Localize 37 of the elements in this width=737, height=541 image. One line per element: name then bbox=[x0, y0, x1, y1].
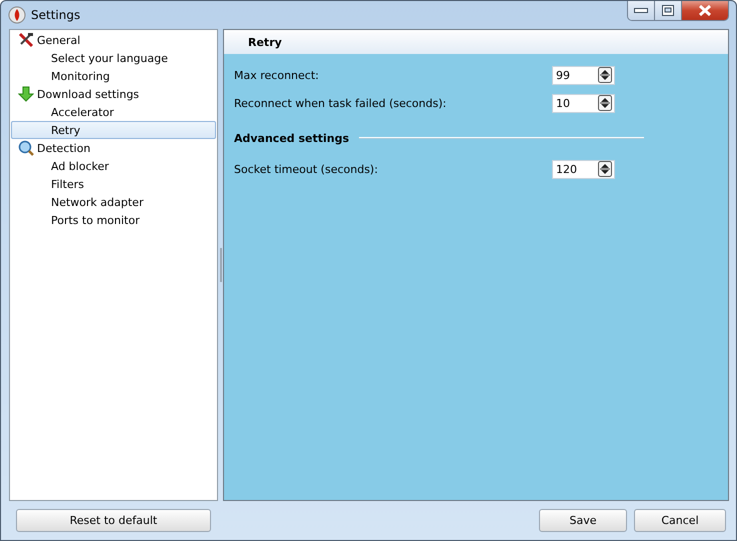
close-button[interactable] bbox=[682, 1, 728, 20]
app-logo-icon bbox=[8, 6, 26, 24]
save-button[interactable]: Save bbox=[539, 509, 627, 532]
panel-title: Retry bbox=[248, 36, 282, 48]
maximize-icon bbox=[662, 5, 674, 16]
minimize-button[interactable] bbox=[628, 1, 655, 20]
maximize-button[interactable] bbox=[655, 1, 682, 20]
reset-button[interactable]: Reset to default bbox=[16, 509, 211, 532]
tree-item[interactable]: Download settings bbox=[11, 85, 216, 103]
tree-item[interactable]: Select your language bbox=[11, 49, 216, 67]
tree-item[interactable]: General bbox=[11, 31, 216, 49]
magnifier-icon bbox=[18, 140, 34, 156]
tree-item[interactable]: Retry bbox=[11, 121, 216, 139]
number-field[interactable]: 10 bbox=[552, 94, 615, 112]
spin-arrows-icon bbox=[598, 67, 612, 83]
cancel-button[interactable]: Cancel bbox=[634, 509, 726, 532]
down-arrow-icon bbox=[18, 86, 34, 102]
window-title: Settings bbox=[31, 8, 82, 22]
tree-item[interactable]: Accelerator bbox=[11, 103, 216, 121]
tree-item[interactable]: Monitoring bbox=[11, 67, 216, 85]
tree-item[interactable]: Ports to monitor bbox=[11, 211, 216, 229]
spin-arrows-icon bbox=[598, 95, 612, 111]
close-icon bbox=[698, 5, 712, 16]
number-field[interactable]: 120 bbox=[552, 160, 615, 178]
splitter-handle[interactable] bbox=[220, 248, 222, 282]
tools-icon bbox=[18, 32, 34, 48]
spin-arrows-icon bbox=[598, 161, 612, 177]
section-heading: Advanced settings bbox=[234, 132, 350, 144]
tree-item[interactable]: Detection bbox=[11, 139, 216, 157]
field-label: Max reconnect: bbox=[234, 68, 320, 82]
field-label: Socket timeout (seconds): bbox=[234, 162, 379, 176]
number-field[interactable]: 99 bbox=[552, 66, 615, 84]
tree-item[interactable]: Ad blocker bbox=[11, 157, 216, 175]
tree-item[interactable]: Network adapter bbox=[11, 193, 216, 211]
minimize-icon bbox=[634, 8, 648, 14]
tree-item[interactable]: Filters bbox=[11, 175, 216, 193]
field-label: Reconnect when task failed (seconds): bbox=[234, 96, 448, 110]
